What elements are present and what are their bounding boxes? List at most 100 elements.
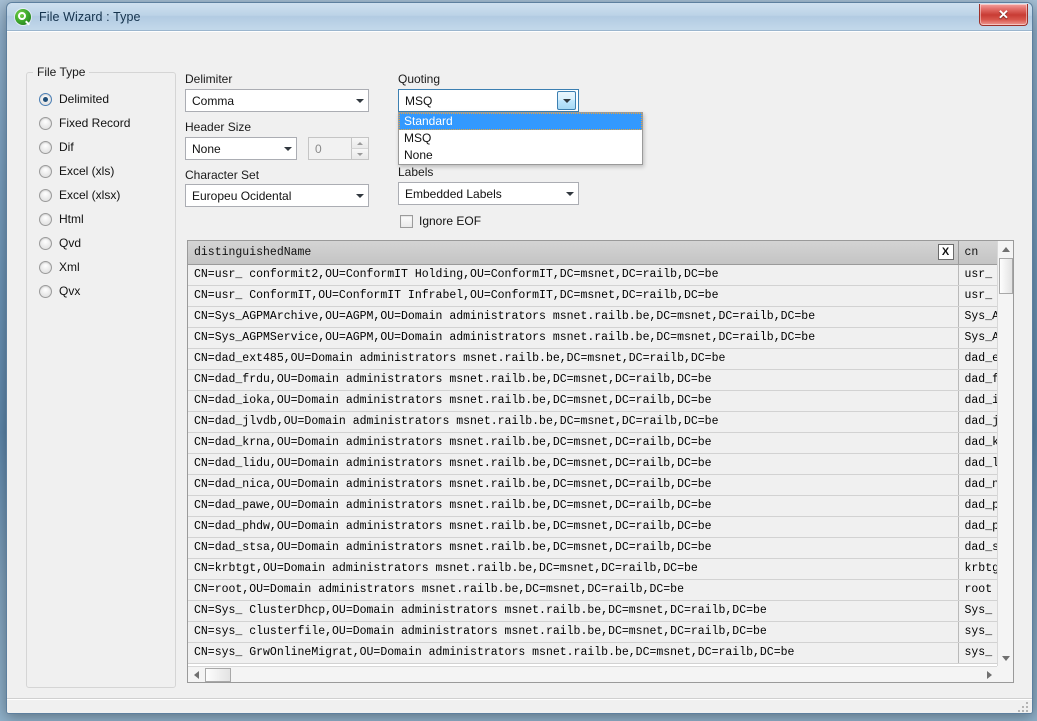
scroll-left-button[interactable] xyxy=(188,667,204,682)
chevron-down-icon xyxy=(351,185,368,206)
table-row[interactable]: CN=usr_ conformit2,OU=ConformIT Holding,… xyxy=(188,264,997,286)
cell-cn: dad_phd xyxy=(958,516,997,538)
table-row[interactable]: CN=Sys_AGPMService,OU=AGPM,OU=Domain adm… xyxy=(188,327,997,349)
character-set-combobox[interactable]: Europeu Ocidental xyxy=(185,184,369,207)
table-row[interactable]: CN=dad_stsa,OU=Domain administrators msn… xyxy=(188,537,997,559)
table-row[interactable]: CN=Sys_AGPMArchive,OU=AGPM,OU=Domain adm… xyxy=(188,306,997,328)
cell-distinguishedname: CN=Sys_ ClusterDhcp,OU=Domain administra… xyxy=(188,600,959,622)
cell-distinguishedname: CN=sys_ GrwOnlineMigrat,OU=Domain admini… xyxy=(188,642,959,664)
horizontal-scroll-thumb[interactable] xyxy=(205,668,231,682)
cell-cn: dad_frd xyxy=(958,369,997,391)
table-row[interactable]: CN=sys_ clusterfile,OU=Domain administra… xyxy=(188,621,997,643)
cell-cn: dad_paw xyxy=(958,495,997,517)
next-button[interactable]: Next > xyxy=(678,713,754,714)
table-row[interactable]: CN=dad_lidu,OU=Domain administrators msn… xyxy=(188,453,997,475)
cell-distinguishedname: CN=dad_lidu,OU=Domain administrators msn… xyxy=(188,453,959,475)
scroll-up-button[interactable] xyxy=(998,241,1013,257)
labels-label: Labels xyxy=(398,165,434,179)
radio-label: Qvx xyxy=(59,284,81,298)
spinner-down-button[interactable] xyxy=(351,148,368,159)
table-row[interactable]: CN=dad_krna,OU=Domain administrators msn… xyxy=(188,432,997,454)
table-row[interactable]: CN=dad_phdw,OU=Domain administrators msn… xyxy=(188,516,997,538)
table-row[interactable]: CN=sys_ GrwOnlineMigrat,OU=Domain admini… xyxy=(188,642,997,664)
radio-xml[interactable]: Xml xyxy=(39,255,171,279)
table-row[interactable]: CN=Sys_ ClusterDhcp,OU=Domain administra… xyxy=(188,600,997,622)
radio-qvd[interactable]: Qvd xyxy=(39,231,171,255)
cell-cn: Sys_AGP xyxy=(958,327,997,349)
radio-dif[interactable]: Dif xyxy=(39,135,171,159)
radio-label: Html xyxy=(59,212,84,226)
chevron-down-icon[interactable] xyxy=(557,91,576,110)
radio-html[interactable]: Html xyxy=(39,207,171,231)
cell-distinguishedname: CN=dad_nica,OU=Domain administrators msn… xyxy=(188,474,959,496)
screenshot-root: File Wizard : Type ✕ File Type Delimited… xyxy=(0,0,1037,721)
delimiter-combobox[interactable]: Comma xyxy=(185,89,369,112)
ignore-eof-label: Ignore EOF xyxy=(419,214,482,228)
quoting-option-none[interactable]: None xyxy=(399,147,642,164)
header-size-spinner[interactable]: 0 xyxy=(308,137,369,160)
radio-label: Fixed Record xyxy=(59,116,131,130)
back-button[interactable]: < Back xyxy=(597,713,673,714)
column-header-distinguishedname[interactable]: distinguishedName X xyxy=(188,241,959,265)
ignore-eof-checkbox[interactable]: Ignore EOF xyxy=(400,214,481,228)
scroll-right-button[interactable] xyxy=(981,667,997,682)
spinner-buttons xyxy=(351,138,368,159)
cell-cn: dad_iok xyxy=(958,390,997,412)
radio-excel-xls[interactable]: Excel (xls) xyxy=(39,159,171,183)
quoting-combobox[interactable]: MSQ xyxy=(398,89,579,112)
table-row[interactable]: CN=dad_frdu,OU=Domain administrators msn… xyxy=(188,369,997,391)
spinner-up-button[interactable] xyxy=(351,138,368,148)
cancel-button[interactable]: Cancel xyxy=(858,713,934,714)
help-button[interactable]: Help xyxy=(948,713,1024,714)
cell-distinguishedname: CN=usr_ conformit2,OU=ConformIT Holding,… xyxy=(188,264,959,286)
table-row[interactable]: CN=dad_jlvdb,OU=Domain administrators ms… xyxy=(188,411,997,433)
table-row[interactable]: CN=root,OU=Domain administrators msnet.r… xyxy=(188,579,997,601)
quoting-dropdown-list[interactable]: Standard MSQ None xyxy=(398,112,643,165)
cell-cn: usr_ Co xyxy=(958,285,997,307)
cell-cn: sys_ Gr xyxy=(958,642,997,664)
finish-button[interactable]: Finish xyxy=(768,713,844,714)
table-row[interactable]: CN=dad_ioka,OU=Domain administrators msn… xyxy=(188,390,997,412)
grid-horizontal-scrollbar[interactable] xyxy=(188,666,997,682)
radio-delimited[interactable]: Delimited xyxy=(39,87,171,111)
table-row[interactable]: CN=dad_pawe,OU=Domain administrators msn… xyxy=(188,495,997,517)
cell-cn: krbtgt xyxy=(958,558,997,580)
preview-table-head: distinguishedName X cn xyxy=(188,241,997,265)
radio-button-icon xyxy=(39,284,52,298)
radio-button-icon xyxy=(39,92,52,106)
cell-distinguishedname: CN=root,OU=Domain administrators msnet.r… xyxy=(188,579,959,601)
vertical-scroll-thumb[interactable] xyxy=(999,258,1013,294)
column-header-cn[interactable]: cn xyxy=(958,241,997,265)
scroll-down-button[interactable] xyxy=(998,650,1013,666)
window-close-button[interactable]: ✕ xyxy=(979,4,1028,26)
cell-distinguishedname: CN=dad_stsa,OU=Domain administrators msn… xyxy=(188,537,959,559)
cell-distinguishedname: CN=dad_phdw,OU=Domain administrators msn… xyxy=(188,516,959,538)
table-row[interactable]: CN=krbtgt,OU=Domain administrators msnet… xyxy=(188,558,997,580)
window-resize-grip[interactable] xyxy=(1016,700,1028,712)
radio-qvx[interactable]: Qvx xyxy=(39,279,171,303)
quoting-option-standard[interactable]: Standard xyxy=(399,113,642,130)
header-size-combobox[interactable]: None xyxy=(185,137,297,160)
radio-button-icon xyxy=(39,140,52,154)
table-row[interactable]: CN=dad_ext485,OU=Domain administrators m… xyxy=(188,348,997,370)
labels-combobox[interactable]: Embedded Labels xyxy=(398,182,579,205)
column-close-icon[interactable]: X xyxy=(937,244,954,260)
table-row[interactable]: CN=usr_ ConformIT,OU=ConformIT Infrabel,… xyxy=(188,285,997,307)
radio-excel-xlsx[interactable]: Excel (xlsx) xyxy=(39,183,171,207)
delimiter-value: Comma xyxy=(192,93,235,108)
radio-label: Dif xyxy=(59,140,74,154)
cell-distinguishedname: CN=Sys_AGPMArchive,OU=AGPM,OU=Domain adm… xyxy=(188,306,959,328)
grid-vertical-scrollbar[interactable] xyxy=(997,241,1013,666)
radio-button-icon xyxy=(39,236,52,250)
cell-distinguishedname: CN=Sys_AGPMService,OU=AGPM,OU=Domain adm… xyxy=(188,327,959,349)
cell-distinguishedname: CN=dad_ioka,OU=Domain administrators msn… xyxy=(188,390,959,412)
cell-distinguishedname: CN=dad_pawe,OU=Domain administrators msn… xyxy=(188,495,959,517)
cell-distinguishedname: CN=dad_ext485,OU=Domain administrators m… xyxy=(188,348,959,370)
table-row[interactable]: CN=dad_nica,OU=Domain administrators msn… xyxy=(188,474,997,496)
window-title: File Wizard : Type xyxy=(39,9,141,24)
cell-cn: sys_ cl xyxy=(958,621,997,643)
cell-cn: root xyxy=(958,579,997,601)
radio-fixed-record[interactable]: Fixed Record xyxy=(39,111,171,135)
radio-label: Xml xyxy=(59,260,80,274)
quoting-option-msq[interactable]: MSQ xyxy=(399,130,642,147)
